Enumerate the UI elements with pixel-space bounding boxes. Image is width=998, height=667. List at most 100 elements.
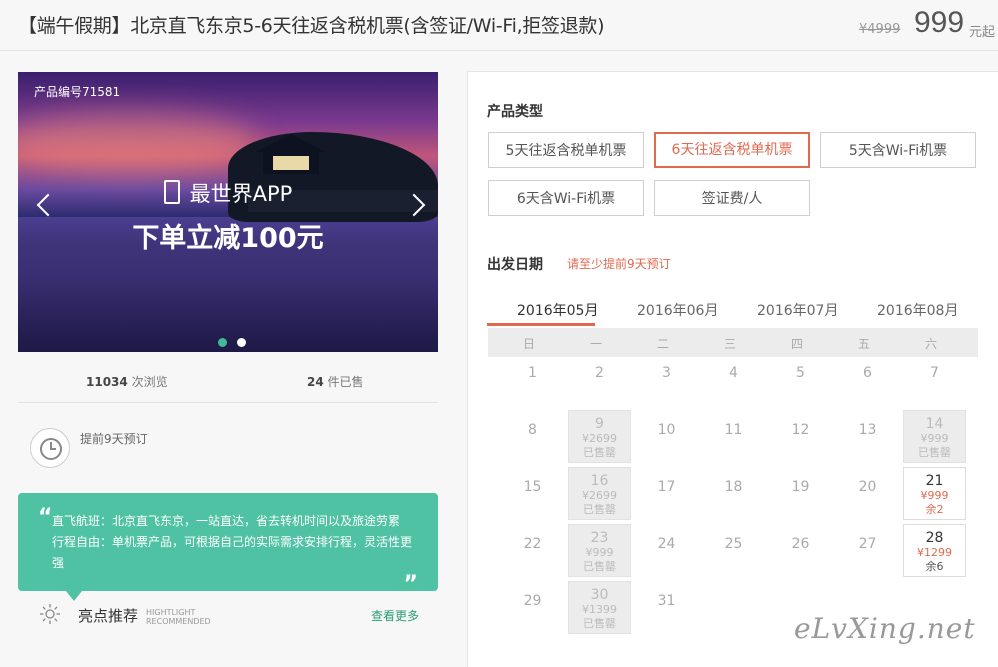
product-type-option[interactable]: 6天往返含税单机票 <box>654 132 810 168</box>
calendar-day-number: 14 <box>925 416 944 432</box>
calendar-day-price: ¥999 <box>920 489 949 502</box>
highlights-en-line1: HIGHTLIGHT <box>146 608 196 617</box>
calendar-day-status: 已售罄 <box>918 446 951 459</box>
calendar-day: 19 <box>769 467 832 520</box>
month-tab[interactable]: 2016年06月 <box>637 300 718 320</box>
calendar-day-number: 31 <box>657 593 676 609</box>
calendar-day-number: 17 <box>657 479 676 495</box>
calendar-day: 25 <box>702 524 765 577</box>
calendar-day-number: 21 <box>925 473 944 489</box>
phone-icon <box>163 180 180 204</box>
calendar-day-number: 3 <box>662 365 671 381</box>
calendar-day-number: 1 <box>528 365 537 381</box>
calendar-day[interactable]: 28 ¥1299 余6 <box>903 524 966 577</box>
highlights-title: 亮点推荐 <box>78 607 139 625</box>
views-label: 次浏览 <box>131 375 168 389</box>
price-unit: 元起 <box>969 25 996 40</box>
banner-sky <box>18 112 258 172</box>
calendar-day-price: ¥999 <box>920 432 949 445</box>
calendar-day: 18 <box>702 467 765 520</box>
banner-castle-light <box>273 156 309 170</box>
highlights-header: 亮点推荐 HIGHTLIGHT RECOMMENDED 查看更多 <box>18 600 438 630</box>
clock-icon <box>30 428 70 468</box>
month-tab[interactable]: 2016年08月 <box>877 300 958 320</box>
calendar-day-number: 20 <box>858 479 877 495</box>
product-header: 【端午假期】北京直飞东京5-6天往返含税机票(含签证/Wi-Fi,拒签退款) ¥… <box>0 0 998 51</box>
intro-box: “ 直飞航班：北京直飞东京，一站直达，省去转机时间以及旅途劳累 行程自由：单机票… <box>18 493 438 601</box>
weekday-label: 日 <box>522 337 535 351</box>
site-watermark: eLvXing.net <box>794 612 976 645</box>
banner-carousel[interactable]: 产品编号71581 最世界APP 下单立减100元 <box>18 72 438 352</box>
carousel-dots <box>213 332 251 351</box>
calendar-day: 1 <box>501 353 564 406</box>
calendar-day: 9 ¥2699 已售罄 <box>568 410 631 463</box>
calendar-day-number: 2 <box>595 365 604 381</box>
calendar-day-price: ¥1299 <box>917 546 952 559</box>
views-count: 11034 <box>86 375 128 389</box>
calendar-day-number: 18 <box>724 479 743 495</box>
advance-booking-text: 提前9天预订 <box>80 432 148 446</box>
carousel-dot-2[interactable] <box>237 338 246 347</box>
intro-text: 直飞航班：北京直飞东京，一站直达，省去转机时间以及旅途劳累 行程自由：单机票产品… <box>52 514 413 570</box>
close-quote-icon: ” <box>403 572 418 597</box>
app-name: 最世界APP <box>189 182 293 206</box>
month-tab[interactable]: 2016年07月 <box>757 300 838 320</box>
highlights-en-line2: RECOMMENDED <box>146 617 211 626</box>
weekday-label: 六 <box>924 337 937 351</box>
calendar-day: 29 <box>501 581 564 634</box>
calendar-day: 17 <box>635 467 698 520</box>
calendar-day: 3 <box>635 353 698 406</box>
calendar-day-number: 6 <box>863 365 872 381</box>
advance-hint: 请至少提前9天预订 <box>567 257 671 271</box>
month-tab[interactable]: 2016年05月 <box>517 300 598 320</box>
calendar-day-price: ¥999 <box>585 546 614 559</box>
calendar-day: 2 <box>568 353 631 406</box>
stats-bar: 11034 次浏览 24 件已售 <box>18 364 438 403</box>
calendar-day: 7 <box>903 353 966 406</box>
calendar-day: 13 <box>836 410 899 463</box>
product-type-option[interactable]: 6天含Wi-Fi机票 <box>488 180 644 216</box>
calendar-day-status: 已售罄 <box>583 503 616 516</box>
calendar-day-number: 16 <box>590 473 609 489</box>
calendar-day: 4 <box>702 353 765 406</box>
calendar-day-number: 28 <box>925 530 944 546</box>
calendar-day-number: 25 <box>724 536 743 552</box>
calendar-day-number: 24 <box>657 536 676 552</box>
calendar-day[interactable]: 21 ¥999 余2 <box>903 467 966 520</box>
open-quote-icon: “ <box>38 505 53 530</box>
calendar-day: 8 <box>501 410 564 463</box>
calendar-day-number: 5 <box>796 365 805 381</box>
calendar-day-number: 15 <box>523 479 542 495</box>
product-type-option[interactable]: 5天含Wi-Fi机票 <box>820 132 976 168</box>
calendar-day: 31 <box>635 581 698 634</box>
booking-panel: 产品类型 5天往返含税单机票 6天往返含税单机票 5天含Wi-Fi机票 6天含Wi-F… <box>467 71 998 667</box>
calendar-day-price: ¥1399 <box>582 603 617 616</box>
calendar-day-number: 13 <box>858 422 877 438</box>
calendar-day-number: 27 <box>858 536 877 552</box>
calendar-day-status: 余2 <box>925 503 944 516</box>
calendar-day-price: ¥2699 <box>582 432 617 445</box>
calendar-day-number: 19 <box>791 479 810 495</box>
calendar-day-number: 7 <box>930 365 939 381</box>
calendar-day-number: 8 <box>528 422 537 438</box>
sold-count: 24 <box>307 375 324 389</box>
product-title: 【端午假期】北京直飞东京5-6天往返含税机票(含签证/Wi-Fi,拒签退款) <box>18 15 605 37</box>
view-more-link[interactable]: 查看更多 <box>371 607 419 624</box>
product-type-option[interactable]: 签证费/人 <box>654 180 810 216</box>
calendar-day-number: 9 <box>595 416 604 432</box>
calendar-day: 10 <box>635 410 698 463</box>
calendar-day: 11 <box>702 410 765 463</box>
carousel-dot-1[interactable] <box>218 338 227 347</box>
calendar-day-number: 4 <box>729 365 738 381</box>
departure-date-title: 出发日期 <box>487 257 543 273</box>
product-type-option[interactable]: 5天往返含税单机票 <box>488 132 644 168</box>
calendar-day-number: 29 <box>523 593 542 609</box>
calendar-day: 16 ¥2699 已售罄 <box>568 467 631 520</box>
calendar-day-status: 已售罄 <box>583 617 616 630</box>
sun-icon <box>40 604 60 624</box>
highlights-english: HIGHTLIGHT RECOMMENDED <box>146 608 211 626</box>
views-stat: 11034 次浏览 <box>86 373 168 390</box>
weekday-label: 四 <box>790 337 803 351</box>
sold-label: 件已售 <box>327 375 364 389</box>
advance-booking: 提前9天预订 <box>18 422 438 472</box>
